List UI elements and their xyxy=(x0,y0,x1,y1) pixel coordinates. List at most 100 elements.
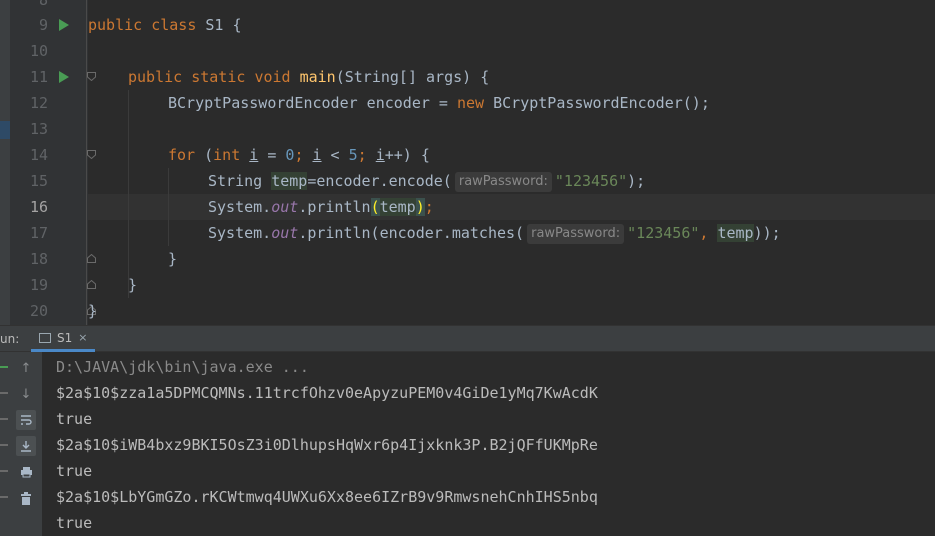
code-token: "123456" xyxy=(627,224,700,242)
code-line-11[interactable]: public static void main(String[] args) { xyxy=(128,64,489,90)
code-line-19[interactable]: } xyxy=(128,272,137,298)
code-token: .println xyxy=(298,198,371,216)
console-line: true xyxy=(56,410,93,428)
code-line-12[interactable]: BCryptPasswordEncoder encoder = new BCry… xyxy=(168,90,710,116)
code-token: ++) { xyxy=(384,146,430,164)
console-line: $2a$10$LbYGmGZo.rKCWtmwq4UWXu6Xx8ee6IZrB… xyxy=(56,488,598,506)
editor-scrollbar[interactable] xyxy=(921,195,931,207)
code-token: System. xyxy=(208,198,272,216)
code-token: =encoder.encode( xyxy=(307,172,452,190)
side-strip-icon[interactable] xyxy=(0,470,8,472)
line-number: 20 xyxy=(29,302,48,320)
left-strip-marker xyxy=(0,121,10,139)
run-arrow-icon[interactable] xyxy=(59,19,69,31)
code-token: new xyxy=(456,94,485,112)
tab-run-s1[interactable]: S1 × xyxy=(31,326,96,352)
code-token: BCryptPasswordEncoder encoder = xyxy=(168,94,457,112)
fold-marker-icon[interactable] xyxy=(87,150,96,159)
code-token: ); xyxy=(627,172,646,190)
code-token: i xyxy=(312,146,322,164)
code-editor[interactable]: 8 9 10 11 12 13 14 15 16 17 18 19 20 pub… xyxy=(0,0,935,325)
run-tab-label: S1 xyxy=(57,330,73,345)
side-strip-icon[interactable] xyxy=(0,418,8,420)
rerun-icon[interactable] xyxy=(0,366,8,368)
print-icon[interactable] xyxy=(16,462,36,482)
code-token: ) xyxy=(415,198,425,216)
code-token: temp xyxy=(271,172,308,190)
gutter-separator xyxy=(86,0,87,325)
fold-marker-icon[interactable] xyxy=(87,72,96,81)
parameter-hint: rawPassword: xyxy=(527,224,625,244)
code-token: ( xyxy=(370,198,380,216)
code-token: i xyxy=(375,146,385,164)
code-token: S1 { xyxy=(196,16,242,34)
code-line-9[interactable]: public class S1 { xyxy=(88,12,242,38)
run-side-strip xyxy=(0,352,10,536)
code-token: int xyxy=(213,146,241,164)
code-token: ; xyxy=(294,146,313,164)
run-arrow-icon[interactable] xyxy=(59,71,69,83)
parameter-hint: rawPassword: xyxy=(454,172,552,192)
code-line-17[interactable]: System.out.println(encoder.matches(rawPa… xyxy=(208,220,781,246)
code-token: .println(encoder.matches( xyxy=(298,224,525,242)
run-console-output[interactable]: D:\JAVA\jdk\bin\java.exe ... $2a$10$zza1… xyxy=(42,352,935,536)
scroll-to-end-icon[interactable] xyxy=(16,436,36,456)
code-token: ; xyxy=(424,198,434,216)
code-token: )); xyxy=(753,224,781,242)
line-number: 14 xyxy=(29,146,48,164)
scroll-down-icon[interactable]: ↓ xyxy=(16,384,36,404)
console-line: true xyxy=(56,514,93,532)
code-token: String xyxy=(208,172,272,190)
left-tool-strip xyxy=(0,0,10,325)
line-number: 12 xyxy=(29,94,48,112)
code-token: i xyxy=(249,146,259,164)
close-icon[interactable]: × xyxy=(78,331,87,344)
code-line-16[interactable]: System.out.println(temp); xyxy=(208,194,434,220)
line-number: 13 xyxy=(29,120,48,138)
soft-wrap-icon[interactable] xyxy=(16,410,36,430)
line-number-current: 16 xyxy=(29,198,48,216)
console-line: $2a$10$zza1a5DPMCQMNs.11trcfOhzv0eApyzuP… xyxy=(56,384,598,402)
code-token: void xyxy=(254,68,291,86)
side-strip-icon[interactable] xyxy=(0,444,8,446)
code-token: 5 xyxy=(348,146,358,164)
fold-marker-icon[interactable] xyxy=(87,254,96,263)
code-line-18[interactable]: } xyxy=(168,246,177,272)
console-line: $2a$10$iWB4bxz9BKI5OsZ3i0DlhupsHqWxr6p4I… xyxy=(56,436,598,454)
run-label: un: xyxy=(0,332,20,346)
code-token: } xyxy=(88,302,98,320)
scroll-up-icon[interactable]: ↑ xyxy=(16,358,36,378)
line-number: 15 xyxy=(29,172,48,190)
code-token: ; xyxy=(357,146,376,164)
code-token: temp xyxy=(717,224,754,242)
console-line: true xyxy=(56,462,93,480)
line-number: 9 xyxy=(38,16,48,34)
code-token: ( xyxy=(195,146,214,164)
console-tab-icon xyxy=(39,332,51,343)
side-strip-icon[interactable] xyxy=(0,392,8,394)
console-line: D:\JAVA\jdk\bin\java.exe ... xyxy=(56,358,309,376)
indent-guide xyxy=(128,90,129,298)
code-line-15[interactable]: String temp=encoder.encode(rawPassword: "… xyxy=(208,168,645,194)
code-token: < xyxy=(321,146,349,164)
code-token: , xyxy=(699,224,718,242)
side-strip-icon[interactable] xyxy=(0,496,8,498)
editor-gutter: 8 9 10 11 12 13 14 15 16 17 18 19 20 xyxy=(10,0,96,325)
code-token: = xyxy=(258,146,286,164)
code-line-14[interactable]: for (int i = 0; i < 5; i++) { xyxy=(168,142,430,168)
code-token: temp xyxy=(379,198,416,216)
clear-all-icon[interactable] xyxy=(16,488,36,508)
code-token: System. xyxy=(208,224,272,242)
fold-marker-icon[interactable] xyxy=(87,280,96,289)
code-token: main xyxy=(299,68,336,86)
code-line-20[interactable]: } xyxy=(88,298,97,324)
code-token: out xyxy=(271,224,299,242)
code-token: "123456" xyxy=(554,172,628,190)
line-number: 11 xyxy=(29,68,48,86)
code-token: } xyxy=(168,250,178,268)
indent-guide xyxy=(168,168,169,246)
